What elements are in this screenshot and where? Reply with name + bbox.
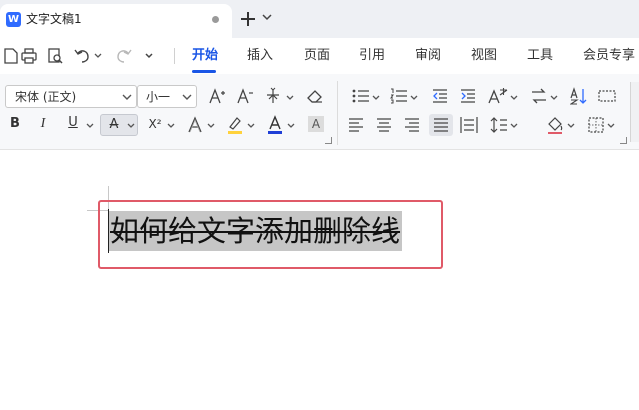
highlight-color-icon[interactable] xyxy=(226,115,244,135)
home-ribbon: 宋体 (正文) 小一 B I U A X² A xyxy=(0,74,639,150)
underline-icon[interactable]: U xyxy=(66,114,80,132)
font-name-select[interactable]: 宋体 (正文) xyxy=(5,85,137,108)
menu-tab-home[interactable]: 开始 xyxy=(192,47,218,65)
strikethrough-icon: A xyxy=(109,117,119,132)
file-menu-icon[interactable] xyxy=(2,47,20,65)
borders-chevron-icon[interactable] xyxy=(607,123,615,129)
document-tab-title: 文字文稿1 xyxy=(26,12,82,26)
numbered-list-icon[interactable] xyxy=(390,88,408,104)
superscript-icon[interactable]: X² xyxy=(146,115,164,133)
font-name-chevron-down-icon[interactable] xyxy=(122,93,132,101)
document-tab[interactable]: W 文字文稿1 xyxy=(0,4,232,38)
menu-tab-view[interactable]: 视图 xyxy=(471,47,497,65)
bullet-list-icon[interactable] xyxy=(352,88,370,104)
title-bar: W 文字文稿1 xyxy=(0,0,639,38)
print-preview-icon[interactable] xyxy=(46,47,64,65)
strikethrough-chevron-icon[interactable] xyxy=(127,123,135,129)
numbered-list-chevron-icon[interactable] xyxy=(410,95,418,101)
tab-list-chevron-down-icon[interactable] xyxy=(262,12,272,22)
redo-icon[interactable] xyxy=(115,47,133,65)
chinese-layout-chevron-icon[interactable] xyxy=(510,95,518,101)
ribbon-group-divider xyxy=(337,81,338,145)
line-spacing-icon[interactable] xyxy=(490,116,508,134)
document-canvas[interactable] xyxy=(0,150,639,410)
active-tab-indicator xyxy=(192,70,216,73)
sort-icon[interactable] xyxy=(570,87,588,105)
text-cursor xyxy=(108,209,109,253)
paragraph-dialog-launcher-icon[interactable] xyxy=(620,137,627,144)
ribbon-overflow-edge xyxy=(630,82,639,142)
decrease-font-size-icon[interactable] xyxy=(236,87,254,105)
font-size-value: 小一 xyxy=(146,90,171,104)
undo-icon[interactable] xyxy=(73,47,91,65)
decrease-indent-icon[interactable] xyxy=(432,88,448,104)
phonetic-chevron-icon[interactable] xyxy=(286,95,294,101)
undo-history-chevron-icon[interactable] xyxy=(94,53,102,59)
menu-tab-insert[interactable]: 插入 xyxy=(247,47,273,65)
wps-writer-logo-icon: W xyxy=(6,12,21,27)
highlight-color-chevron-icon[interactable] xyxy=(247,123,255,129)
menu-tab-page[interactable]: 页面 xyxy=(304,47,330,65)
menu-bar: 开始 插入 页面 引用 审阅 视图 工具 会员专享 xyxy=(0,38,639,74)
unsaved-dot-icon[interactable] xyxy=(212,16,219,23)
font-size-select[interactable]: 小一 xyxy=(137,85,197,108)
show-hide-marks-icon[interactable] xyxy=(598,88,616,104)
selected-strikethrough-text[interactable]: 如何给文字添加删除线 xyxy=(108,211,403,251)
text-direction-chevron-icon[interactable] xyxy=(550,95,558,101)
strikethrough-button[interactable]: A xyxy=(100,114,138,136)
align-left-icon[interactable] xyxy=(348,118,364,132)
shading-fill-chevron-icon[interactable] xyxy=(567,123,575,129)
line-spacing-chevron-icon[interactable] xyxy=(510,123,518,129)
text-effect-chevron-icon[interactable] xyxy=(207,123,215,129)
bold-icon[interactable]: B xyxy=(8,115,22,133)
font-dialog-launcher-icon[interactable] xyxy=(325,137,332,144)
font-size-chevron-down-icon[interactable] xyxy=(182,93,192,101)
increase-font-size-icon[interactable] xyxy=(208,87,226,105)
italic-icon[interactable]: I xyxy=(36,115,50,133)
superscript-chevron-icon[interactable] xyxy=(167,123,175,129)
justify-button[interactable] xyxy=(429,114,453,136)
clear-formatting-eraser-icon[interactable] xyxy=(306,87,324,105)
font-color-chevron-icon[interactable] xyxy=(287,123,295,129)
font-name-value: 宋体 (正文) xyxy=(15,90,77,104)
menu-tab-references[interactable]: 引用 xyxy=(359,47,385,65)
quick-access-more-chevron-icon[interactable] xyxy=(145,53,153,59)
align-right-icon[interactable] xyxy=(404,118,420,132)
bullet-list-chevron-icon[interactable] xyxy=(372,95,380,101)
character-shading-icon[interactable]: A xyxy=(308,116,324,132)
borders-icon[interactable] xyxy=(588,117,604,133)
distributed-align-icon[interactable] xyxy=(460,116,478,134)
print-icon[interactable] xyxy=(20,47,38,65)
justify-icon xyxy=(434,118,448,132)
new-tab-plus-icon[interactable] xyxy=(240,10,256,28)
increase-indent-icon[interactable] xyxy=(460,88,476,104)
phonetic-guide-icon[interactable] xyxy=(264,87,284,105)
menu-tab-member[interactable]: 会员专享 xyxy=(583,47,635,65)
menu-tab-tools[interactable]: 工具 xyxy=(527,47,553,65)
font-color-icon[interactable] xyxy=(266,115,284,135)
text-effect-icon[interactable] xyxy=(186,116,204,134)
underline-style-chevron-icon[interactable] xyxy=(86,123,94,129)
text-direction-icon[interactable] xyxy=(530,88,548,104)
chinese-layout-icon[interactable] xyxy=(488,87,508,105)
shading-fill-icon[interactable] xyxy=(546,115,564,135)
align-center-icon[interactable] xyxy=(376,118,392,132)
menu-separator xyxy=(174,48,175,64)
menu-tab-review[interactable]: 审阅 xyxy=(415,47,441,65)
